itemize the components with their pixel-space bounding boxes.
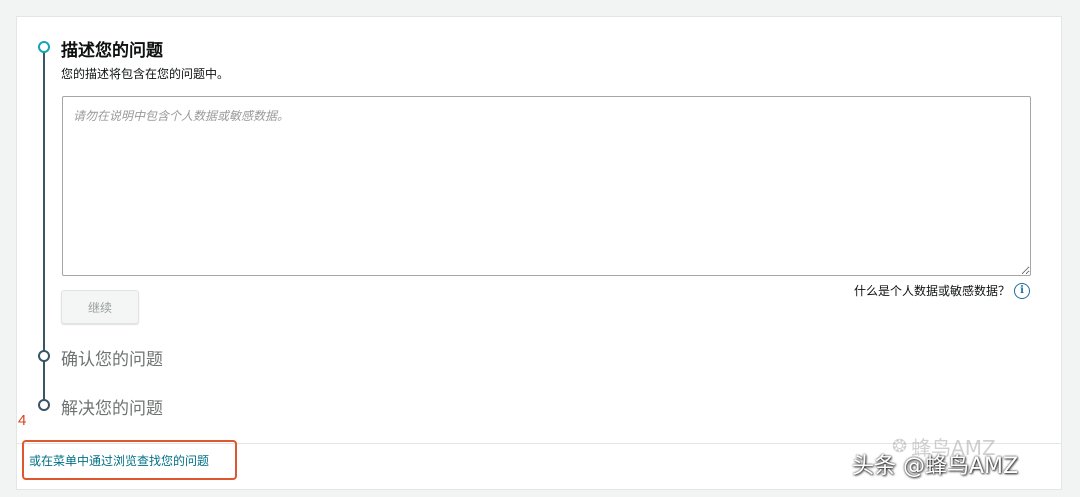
step-1-indicator [38,41,50,53]
watermark-main: 头条 @蜂鸟AMZ [852,454,1019,479]
step-1-subtitle: 您的描述将包含在您的问题中。 [61,67,230,81]
step-3-title: 解决您的问题 [61,399,163,419]
annotation-number: 4 [18,412,27,429]
privacy-info-link[interactable]: 什么是个人数据或敏感数据？ i [854,282,1030,299]
privacy-info-text[interactable]: 什么是个人数据或敏感数据？ [854,282,1010,299]
step-1-title: 描述您的问题 [61,41,163,61]
step-3-indicator [38,399,50,411]
step-2-title: 确认您的问题 [61,350,163,370]
description-field-wrapper [62,96,1031,276]
description-textarea[interactable] [62,96,1031,276]
info-icon[interactable]: i [1014,282,1030,299]
browse-menu-link[interactable]: 或在菜单中通过浏览查找您的问题 [29,452,209,469]
continue-button[interactable]: 继续 [61,290,139,324]
step-2-indicator [38,350,50,362]
